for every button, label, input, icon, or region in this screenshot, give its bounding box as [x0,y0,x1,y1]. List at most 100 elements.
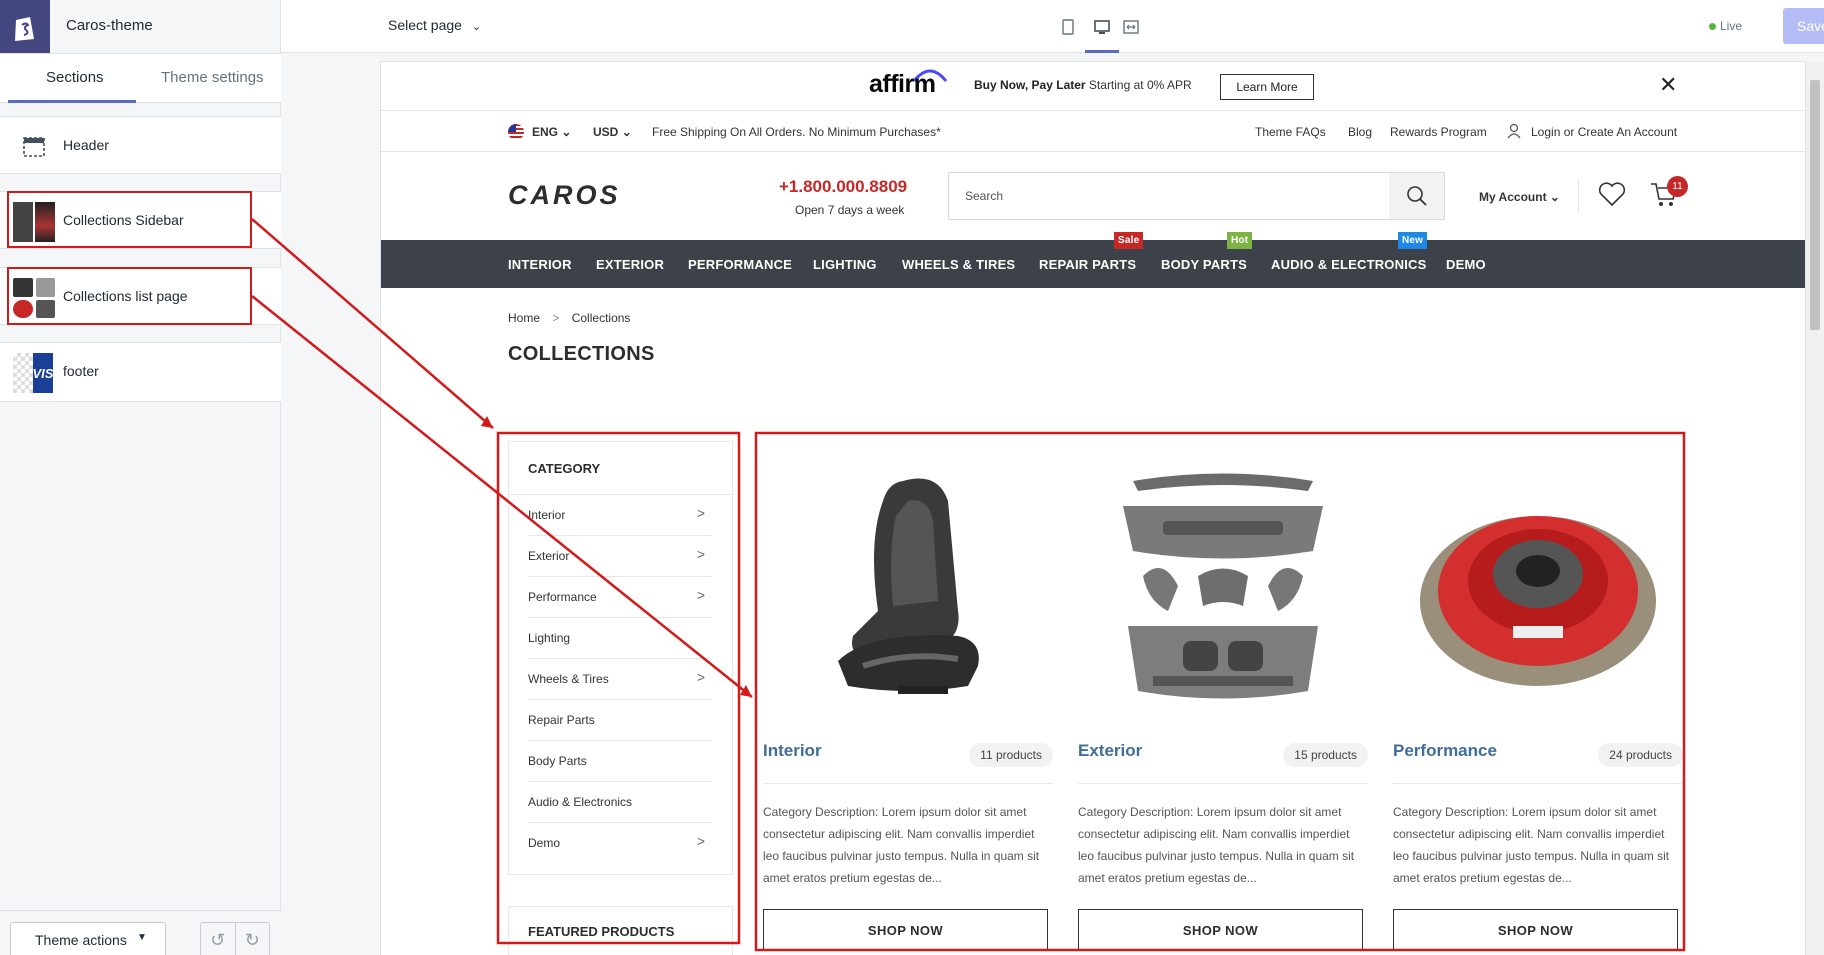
collection-title[interactable]: Performance [1393,741,1497,761]
my-account-dropdown[interactable]: My Account ⌄ [1479,190,1560,204]
chevron-right-icon: > [696,587,705,603]
main-navigation: INTERIOR EXTERIOR PERFORMANCE LIGHTING W… [381,232,1805,288]
store-hours: Open 7 days a week [795,203,905,217]
us-flag-icon [508,124,524,140]
shop-now-button[interactable]: SHOP NOW [1078,909,1363,951]
collection-title[interactable]: Exterior [1078,741,1142,761]
category-item-performance[interactable]: Performance > [528,577,711,618]
header-divider [1578,180,1579,212]
preview-scrollbar[interactable] [1806,62,1824,955]
visa-thumbnail: VIS [13,353,55,393]
collection-card-performance: Performance 24 products Category Descrip… [1393,441,1683,955]
category-item-demo[interactable]: Demo > [528,823,711,864]
clutch-image[interactable] [1393,441,1683,731]
category-label: Repair Parts [528,713,595,727]
product-count-badge: 24 products [1598,743,1683,767]
mobile-view-icon[interactable] [1057,16,1079,38]
category-sidebar: CATEGORY Interior > Exterior > Performance… [508,441,733,875]
new-badge: New [1398,232,1428,249]
nav-label: REPAIR PARTS [1039,257,1137,272]
divider [1393,783,1683,784]
shop-now-button[interactable]: SHOP NOW [763,909,1048,951]
nav-item-interior[interactable]: INTERIOR [508,257,572,272]
user-icon [1507,123,1521,142]
nav-item-wheels-tires[interactable]: WHEELS & TIRES [902,257,1015,272]
blog-link[interactable]: Blog [1348,125,1372,139]
collection-description: Category Description: Lorem ipsum dolor … [1078,805,1355,885]
nav-item-lighting[interactable]: LIGHTING [813,257,877,272]
nav-item-audio-electronics[interactable]: AUDIO & ELECTRONICS New [1271,232,1428,272]
editor-bottom-bar: Theme actions ▼ ↺ ↻ [0,910,281,955]
search-input[interactable]: Search [948,172,1445,220]
annotation-box-collections-sidebar [7,191,252,248]
theme-faqs-link[interactable]: Theme FAQs [1255,125,1326,139]
nav-item-demo[interactable]: DEMO [1446,257,1486,272]
phone-number[interactable]: +1.800.000.8809 [779,177,907,197]
close-icon[interactable]: ✕ [1659,72,1677,98]
login-link[interactable]: Login or Create An Account [1531,125,1677,139]
category-label: Lighting [528,631,571,645]
category-item-exterior[interactable]: Exterior > [528,536,711,577]
section-label: Header [63,137,109,153]
category-item-audio-electronics[interactable]: Audio & Electronics [528,782,711,823]
affirm-logo: affirm [869,70,936,98]
collection-description: Category Description: Lorem ipsum dolor … [763,805,1040,885]
shopify-logo-icon[interactable] [0,0,50,53]
learn-more-button[interactable]: Learn More [1220,74,1314,100]
chevron-right-icon: > [696,669,705,685]
tab-sections[interactable]: Sections [46,69,104,86]
cart-count-badge: 11 [1667,176,1688,197]
search-icon [1406,186,1427,206]
divider [763,783,1053,784]
live-dot-icon [1709,23,1716,30]
collection-description: Category Description: Lorem ipsum dolor … [1393,805,1670,885]
car-seat-image[interactable] [763,441,1053,731]
wishlist-heart-icon[interactable] [1597,180,1627,208]
theme-name: Caros-theme [66,17,153,34]
caros-logo-text: CAROS [508,182,621,208]
category-title: CATEGORY [528,461,601,476]
breadcrumb-separator: > [552,311,560,325]
save-button[interactable]: Save [1783,8,1824,44]
language-selector[interactable]: ENG ⌄ [532,125,571,139]
category-item-lighting[interactable]: Lighting [528,618,711,659]
theme-actions-button[interactable]: Theme actions ▼ [10,922,166,955]
category-item-body-parts[interactable]: Body Parts [528,741,711,782]
collection-card-interior: Interior 11 products Category Descriptio… [763,441,1053,955]
nav-item-body-parts[interactable]: BODY PARTS Hot [1161,232,1253,272]
body-kit-image[interactable] [1078,441,1368,731]
category-item-interior[interactable]: Interior > [528,495,711,536]
shop-now-button[interactable]: SHOP NOW [1393,909,1678,951]
editor-topbar: Select page ⌄ Live Save [281,0,1824,53]
scrollbar-thumb[interactable] [1810,80,1820,330]
nav-label: AUDIO & ELECTRONICS [1271,257,1427,272]
breadcrumb-current: Collections [571,311,631,325]
section-item-footer[interactable]: VIS footer [0,342,281,402]
nav-item-performance[interactable]: PERFORMANCE [688,257,792,272]
chevron-down-icon: ⌄ [621,125,632,139]
select-page-dropdown[interactable]: Select page ⌄ [388,17,481,33]
active-tab-indicator [8,100,136,103]
section-item-header[interactable]: Header [0,116,281,174]
search-placeholder: Search [965,189,1004,203]
caros-logo[interactable]: CAROS [508,182,678,208]
currency-selector[interactable]: USD ⌄ [593,125,632,139]
redo-icon[interactable]: ↻ [236,923,270,955]
nav-item-repair-parts[interactable]: REPAIR PARTS Sale [1039,232,1144,272]
breadcrumb: Home > Collections [508,311,630,325]
undo-icon[interactable]: ↺ [201,923,236,955]
search-button[interactable] [1389,173,1444,219]
collection-title[interactable]: Interior [763,741,822,761]
affirm-bold-text: Buy Now, Pay Later [974,78,1086,92]
desktop-view-icon[interactable] [1091,16,1113,38]
page-title: COLLECTIONS [508,343,655,365]
theme-actions-label: Theme actions [35,932,127,948]
editor-tabs: Sections Theme settings [0,53,281,103]
tab-theme-settings[interactable]: Theme settings [161,69,264,86]
nav-item-exterior[interactable]: EXTERIOR [596,257,664,272]
category-item-repair-parts[interactable]: Repair Parts [528,700,711,741]
breadcrumb-home[interactable]: Home [508,311,540,325]
full-width-view-icon[interactable] [1120,16,1142,38]
rewards-program-link[interactable]: Rewards Program [1390,125,1487,139]
category-item-wheels-tires[interactable]: Wheels & Tires > [528,659,711,700]
